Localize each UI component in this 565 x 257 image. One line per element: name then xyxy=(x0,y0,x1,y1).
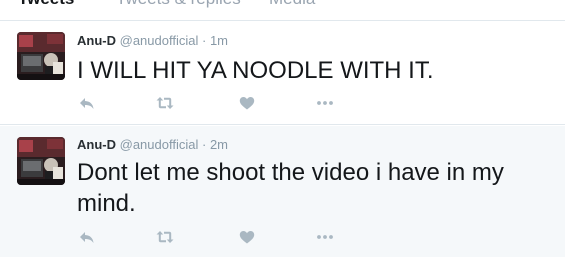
more-dots-icon[interactable] xyxy=(315,93,339,113)
tweet-timestamp[interactable]: 2m xyxy=(210,137,228,152)
retweet-icon[interactable] xyxy=(155,93,179,113)
tweet-header: Anu-D @anudofficial · 2m xyxy=(77,137,228,153)
tweet-text: I WILL HIT YA NOODLE WITH IT. xyxy=(77,57,434,84)
tweet-actions xyxy=(77,93,377,113)
author-name[interactable]: Anu-D xyxy=(77,137,116,152)
avatar-image xyxy=(17,32,65,80)
tab-tweets[interactable]: Tweets xyxy=(18,0,74,10)
retweet-icon[interactable] xyxy=(155,227,179,247)
reply-icon[interactable] xyxy=(77,227,101,247)
tweet[interactable]: Anu-D @anudofficial · 1m I WILL HIT YA N… xyxy=(0,21,565,125)
profile-timeline: Tweets Tweets & replies Media Anu-D @anu… xyxy=(0,0,565,257)
heart-icon[interactable] xyxy=(237,93,261,113)
separator-dot: · xyxy=(201,137,207,152)
tweet-actions xyxy=(77,227,377,247)
avatar[interactable] xyxy=(17,32,65,80)
separator-dot: · xyxy=(201,33,207,48)
heart-icon[interactable] xyxy=(237,227,261,247)
author-handle[interactable]: @anudofficial xyxy=(120,33,199,48)
tab-tweets-and-replies[interactable]: Tweets & replies xyxy=(116,0,241,10)
profile-tabs: Tweets Tweets & replies Media xyxy=(0,0,565,21)
tweet-header: Anu-D @anudofficial · 1m xyxy=(77,33,228,49)
tweet-timestamp[interactable]: 1m xyxy=(210,33,228,48)
author-handle[interactable]: @anudofficial xyxy=(120,137,199,152)
reply-icon[interactable] xyxy=(77,93,101,113)
avatar-image xyxy=(17,137,65,185)
avatar[interactable] xyxy=(17,137,65,185)
more-dots-icon[interactable] xyxy=(315,227,339,247)
tab-media[interactable]: Media xyxy=(269,0,315,10)
author-name[interactable]: Anu-D xyxy=(77,33,116,48)
tweet-text: Dont let me shoot the video i have in my… xyxy=(77,159,504,217)
tweet[interactable]: Anu-D @anudofficial · 2m Dont let me sho… xyxy=(0,126,565,257)
